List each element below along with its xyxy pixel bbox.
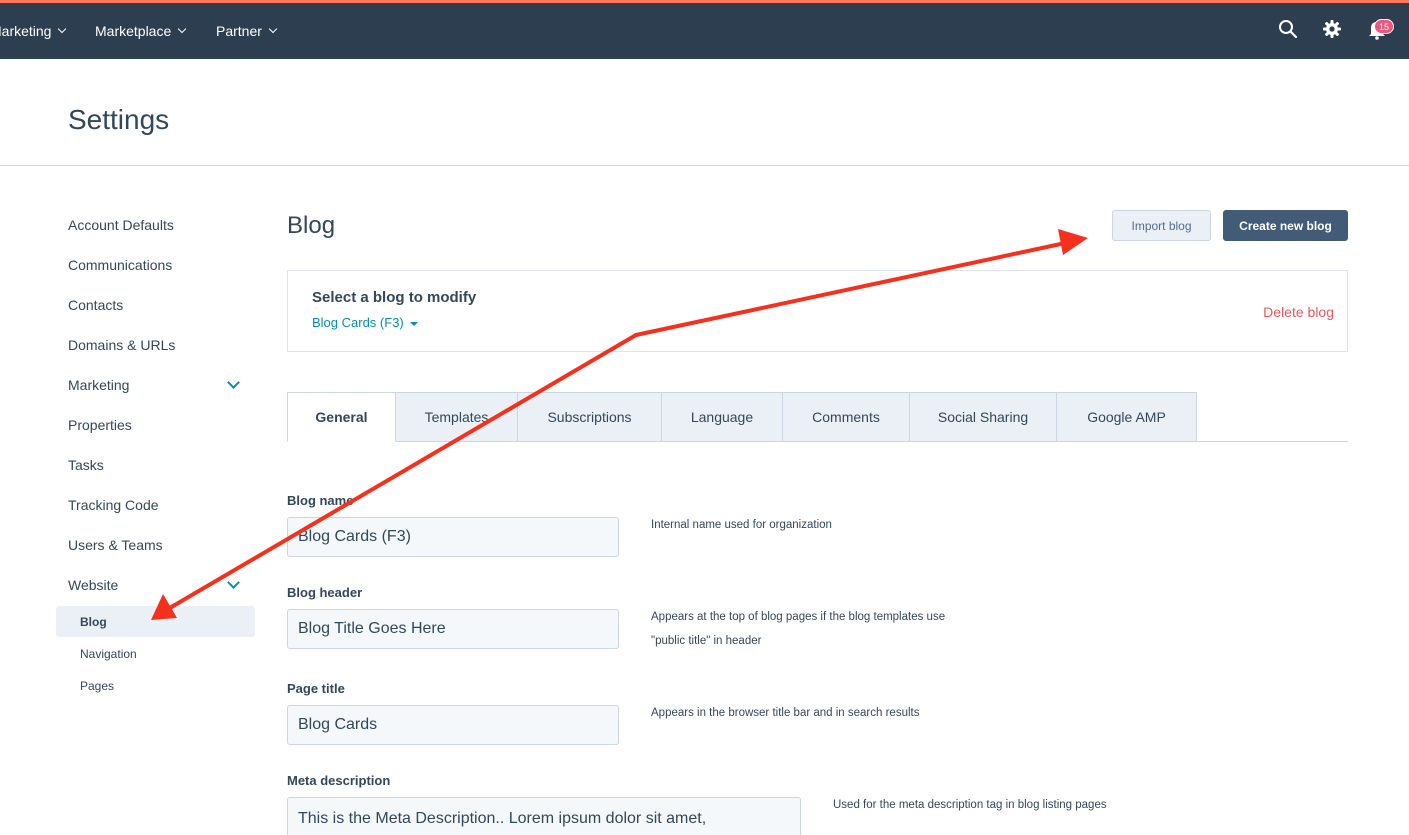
section-title: Blog bbox=[287, 212, 336, 239]
sidebar-item-website[interactable]: Website bbox=[68, 577, 118, 593]
top-navigation-bar: Marketing Marketplace Partner 15 bbox=[0, 0, 1409, 59]
blog-header-label: Blog header bbox=[287, 585, 363, 600]
page-title-help: Appears in the browser title bar and in … bbox=[651, 707, 920, 719]
sidebar-item-account-defaults[interactable]: Account Defaults bbox=[68, 217, 174, 233]
chevron-down-icon[interactable] bbox=[227, 376, 240, 389]
settings-tabs: General Templates Subscriptions Language… bbox=[287, 392, 1197, 442]
sidebar-item-marketing[interactable]: Marketing bbox=[68, 377, 129, 393]
sidebar-item-domains-urls[interactable]: Domains & URLs bbox=[68, 337, 175, 353]
chevron-down-icon bbox=[268, 24, 278, 34]
nav-marketing-label: Marketing bbox=[0, 23, 52, 39]
sidebar-item-communications[interactable]: Communications bbox=[68, 257, 172, 273]
blog-header-input[interactable] bbox=[287, 609, 619, 649]
nav-marketplace[interactable]: Marketplace bbox=[95, 3, 187, 59]
caret-down-icon bbox=[409, 321, 418, 326]
tab-general[interactable]: General bbox=[287, 392, 396, 442]
import-blog-button[interactable]: Import blog bbox=[1112, 210, 1211, 241]
sidebar-item-tracking-code[interactable]: Tracking Code bbox=[68, 497, 159, 513]
chevron-down-icon[interactable] bbox=[227, 576, 240, 589]
chevron-down-icon bbox=[178, 24, 187, 34]
blog-name-input[interactable] bbox=[287, 517, 619, 557]
meta-description-help: Used for the meta description tag in blo… bbox=[833, 799, 1107, 811]
sidebar-subitem-pages[interactable]: Pages bbox=[80, 679, 114, 693]
tab-language[interactable]: Language bbox=[662, 392, 783, 442]
tab-google-amp[interactable]: Google AMP bbox=[1057, 392, 1197, 442]
page-title-input[interactable] bbox=[287, 705, 619, 745]
search-icon[interactable] bbox=[1276, 17, 1300, 41]
blog-header-help-line-2: "public title" in header bbox=[651, 635, 762, 647]
delete-blog-link[interactable]: Delete blog bbox=[1263, 304, 1334, 320]
meta-description-label: Meta description bbox=[287, 773, 391, 788]
select-blog-heading: Select a blog to modify bbox=[312, 289, 477, 306]
tab-subscriptions[interactable]: Subscriptions bbox=[518, 392, 662, 442]
meta-description-textarea[interactable]: This is the Meta Description.. Lorem ips… bbox=[287, 797, 801, 835]
notification-badge: 15 bbox=[1374, 19, 1394, 34]
sidebar-item-users-teams[interactable]: Users & Teams bbox=[68, 537, 163, 553]
selected-blog-label: Blog Cards (F3) bbox=[312, 315, 404, 330]
header-divider bbox=[0, 165, 1409, 166]
tab-social-sharing[interactable]: Social Sharing bbox=[910, 392, 1057, 442]
sidebar-subitem-navigation[interactable]: Navigation bbox=[80, 647, 137, 661]
gear-icon[interactable] bbox=[1320, 17, 1344, 41]
blog-select-dropdown[interactable]: Blog Cards (F3) bbox=[312, 315, 418, 330]
create-new-blog-button[interactable]: Create new blog bbox=[1223, 210, 1348, 241]
sidebar-item-contacts[interactable]: Contacts bbox=[68, 297, 123, 313]
nav-partner[interactable]: Partner bbox=[216, 3, 278, 59]
tabs-baseline bbox=[1197, 441, 1348, 442]
nav-marketing[interactable]: Marketing bbox=[0, 3, 67, 59]
arrow-line-to-blog bbox=[166, 333, 638, 611]
tab-comments[interactable]: Comments bbox=[783, 392, 910, 442]
blog-name-help: Internal name used for organization bbox=[651, 519, 832, 531]
nav-marketplace-label: Marketplace bbox=[95, 23, 172, 39]
blog-name-label: Blog name bbox=[287, 493, 354, 508]
sidebar-item-tasks[interactable]: Tasks bbox=[68, 457, 104, 473]
page-title: Settings bbox=[68, 104, 170, 135]
sidebar-item-properties[interactable]: Properties bbox=[68, 417, 132, 433]
blog-selector-card: Select a blog to modify Blog Cards (F3) … bbox=[287, 270, 1348, 352]
arrowhead-icon bbox=[1058, 229, 1088, 255]
chevron-down-icon bbox=[58, 24, 67, 34]
tab-templates[interactable]: Templates bbox=[396, 392, 518, 442]
blog-header-help-line-1: Appears at the top of blog pages if the … bbox=[651, 611, 946, 623]
page-title-label: Page title bbox=[287, 681, 345, 696]
nav-partner-label: Partner bbox=[216, 23, 262, 39]
sidebar-subitem-blog[interactable]: Blog bbox=[80, 615, 107, 629]
